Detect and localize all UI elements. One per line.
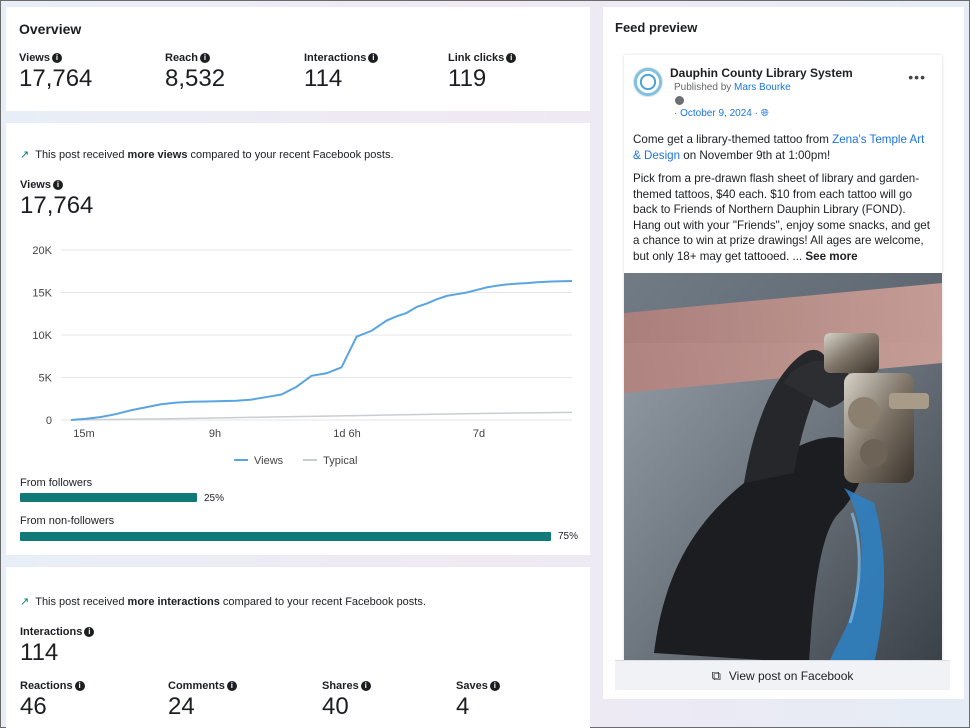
metric-value: 114	[304, 65, 343, 92]
metric-value: 17,764	[20, 192, 94, 219]
info-icon[interactable]: i	[226, 681, 237, 691]
metric-value: 4	[456, 693, 470, 720]
followers-label: From followers	[20, 477, 93, 489]
x-tick-label: 1d 6h	[333, 428, 361, 440]
published-by: Published by Mars Bourke	[674, 82, 791, 93]
info-icon[interactable]: i	[506, 53, 517, 63]
views-notice: ↗ This post received more views compared …	[20, 148, 394, 161]
x-tick-label: 9h	[209, 428, 221, 440]
globe-icon: 🌐︎	[760, 108, 769, 119]
notice-bold: more views	[127, 149, 188, 161]
view-on-facebook-label: View post on Facebook	[728, 668, 854, 683]
info-icon[interactable]: i	[489, 681, 500, 691]
followers-bar	[20, 493, 197, 502]
metric-label: Reactions	[20, 680, 73, 692]
series-line-typical	[70, 411, 573, 421]
chart-grid	[61, 249, 572, 421]
app-frame: Overview Views i 17,764 Reach i 8,532 Inte…	[0, 0, 970, 728]
y-tick-label: 5K	[39, 373, 53, 385]
notice-prefix: This post received	[35, 596, 128, 608]
more-options-icon[interactable]: •••	[908, 69, 926, 85]
feed-preview-card: Feed preview Dauphin County Library Syst…	[603, 7, 964, 699]
metric-interactions: Interactions i 114	[304, 52, 379, 93]
notice-suffix: compared to your recent Facebook posts.	[219, 596, 426, 608]
reactions-metric: Reactions i 46	[20, 680, 85, 721]
x-tick-label: 15m	[73, 428, 94, 440]
chart-lines	[70, 280, 573, 421]
metric-label: Views	[19, 52, 50, 64]
post-text-body: Pick from a pre-drawn flash sheet of lib…	[633, 172, 930, 263]
comments-metric: Comments i 24	[168, 680, 237, 721]
metric-value: 119	[448, 65, 487, 92]
view-on-facebook-button[interactable]: ⧉ View post on Facebook	[615, 660, 950, 690]
metric-value: 17,764	[19, 65, 93, 92]
notice-prefix: This post received	[35, 149, 128, 161]
trend-up-icon: ↗	[20, 596, 30, 608]
metric-label: Reach	[165, 52, 199, 64]
saves-metric: Saves i 4	[456, 680, 500, 721]
metric-label: Link clicks	[448, 52, 505, 64]
post-date[interactable]: · October 9, 2024 · 🌐︎	[674, 108, 769, 119]
views-line-chart: 0 5K 10K 15K 20K 15m 9h 1d 6h 7d	[32, 245, 573, 440]
interactions-card: ↗ This post received more interactions co…	[6, 567, 590, 728]
info-icon[interactable]: i	[360, 681, 371, 691]
views-card: ↗ This post received more views compared …	[6, 123, 590, 555]
post-text-intro: Come get a library-themed tattoo from Ze…	[633, 133, 925, 162]
external-link-icon: ⧉	[711, 667, 721, 683]
metric-label: Interactions	[304, 52, 367, 64]
legend-typical[interactable]: Typical	[303, 455, 357, 467]
metric-label: Comments	[168, 680, 225, 692]
see-more-link[interactable]: See more	[805, 250, 857, 263]
interactions-notice: ↗ This post received more interactions co…	[20, 595, 426, 608]
metric-label: Saves	[456, 680, 488, 692]
trend-up-icon: ↗	[20, 149, 30, 161]
y-tick-label: 20K	[32, 245, 52, 257]
info-icon[interactable]: i	[84, 627, 95, 637]
shares-metric: Shares i 40	[322, 680, 371, 721]
info-icon[interactable]: i	[200, 53, 211, 63]
feed-preview-title: Feed preview	[615, 20, 698, 35]
y-tick-label: 15K	[32, 288, 52, 300]
series-line-views	[70, 280, 573, 421]
x-tick-label: 7d	[473, 428, 485, 440]
author-link[interactable]: Mars Bourke	[734, 82, 791, 93]
metric-value: 40	[322, 693, 349, 720]
info-icon[interactable]: i	[368, 53, 379, 63]
metric-value: 8,532	[165, 65, 226, 92]
interactions-metric: Interactions i 114	[20, 626, 95, 667]
x-axis-ticks: 15m 9h 1d 6h 7d	[73, 428, 485, 440]
page-avatar[interactable]	[633, 67, 663, 97]
nonfollowers-pct: 75%	[558, 531, 579, 542]
page-name[interactable]: Dauphin County Library System	[670, 66, 853, 80]
metric-value: 114	[20, 639, 59, 666]
overview-card: Overview Views i 17,764 Reach i 8,532 Inte…	[6, 7, 590, 111]
views-metric: Views i 17,764	[20, 179, 93, 220]
metric-value: 46	[20, 693, 47, 720]
metric-link-clicks: Link clicks i 119	[448, 52, 517, 93]
post-photo[interactable]	[624, 273, 942, 663]
metric-value: 24	[168, 693, 195, 720]
nonfollowers-label: From non-followers	[20, 515, 115, 527]
chart-legend: Views Typical	[234, 455, 357, 467]
followers-pct: 25%	[204, 493, 225, 504]
info-icon[interactable]: i	[74, 681, 85, 691]
notice-suffix: compared to your recent Facebook posts.	[187, 149, 394, 161]
info-icon[interactable]: i	[52, 53, 62, 63]
metric-label: Shares	[322, 680, 359, 692]
nonfollowers-bar	[20, 532, 551, 541]
audience-icon	[675, 96, 684, 105]
y-tick-label: 10K	[32, 330, 52, 342]
y-axis-ticks: 0 5K 10K 15K 20K	[32, 245, 52, 427]
y-tick-label: 0	[46, 415, 52, 427]
overview-title: Overview	[19, 21, 82, 37]
notice-bold: more interactions	[127, 596, 220, 608]
metric-label: Interactions	[20, 626, 83, 638]
legend-views[interactable]: Views	[234, 455, 283, 467]
metric-reach: Reach i 8,532	[165, 52, 225, 93]
post-preview: Dauphin County Library System Published …	[624, 55, 942, 663]
metric-views: Views i 17,764	[19, 52, 92, 93]
info-icon[interactable]: i	[53, 180, 63, 190]
metric-label: Views	[20, 179, 51, 191]
